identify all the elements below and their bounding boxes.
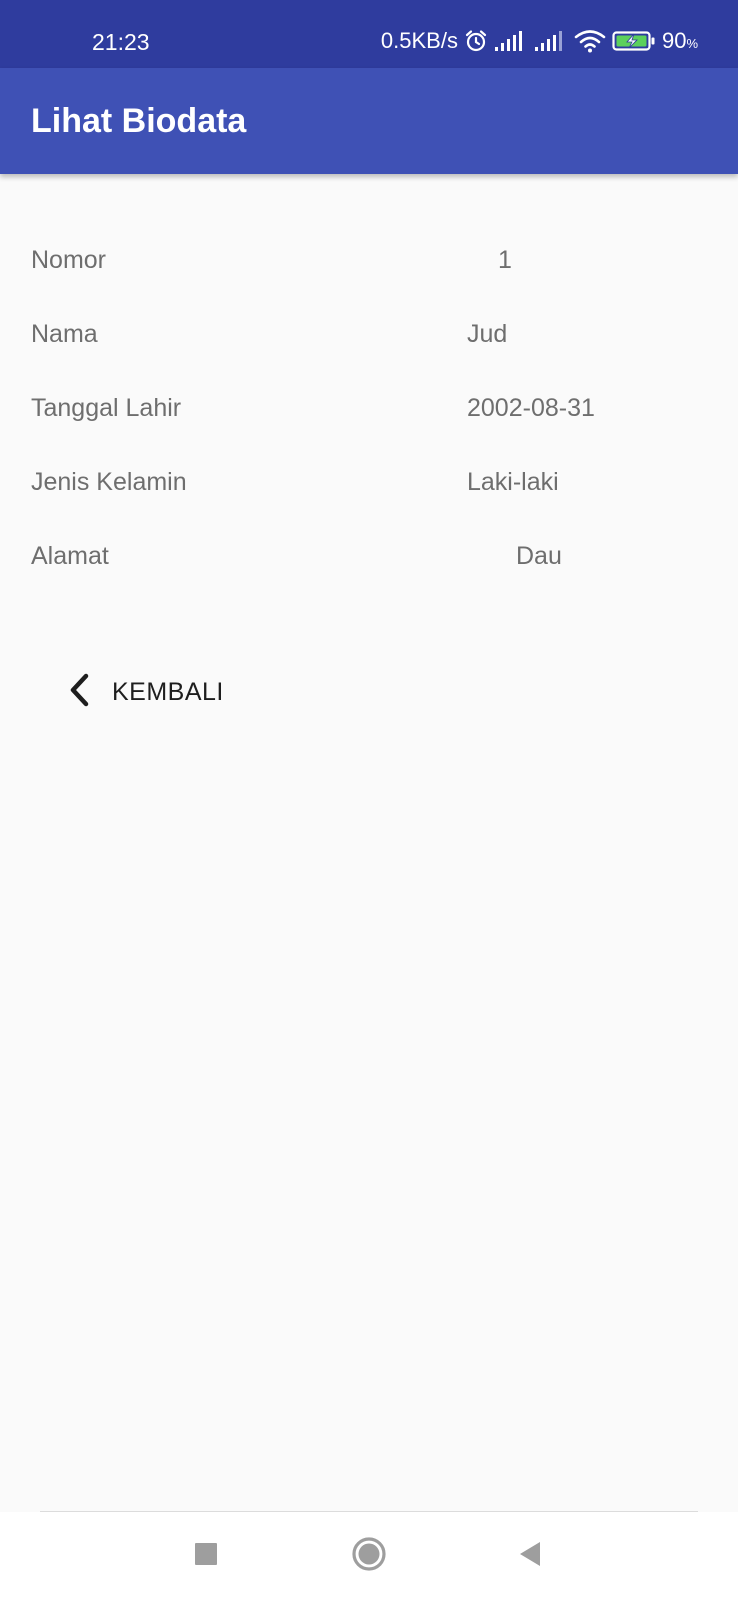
biodata-row-nomor: Nomor 1 — [0, 240, 738, 280]
system-nav-bar — [0, 1512, 738, 1600]
battery-charging-icon — [612, 30, 656, 52]
signal-icon — [534, 30, 568, 52]
back-icon — [518, 1540, 542, 1573]
biodata-row-alamat: Alamat Dau — [0, 536, 738, 576]
biodata-row-nama: Nama Jud — [0, 314, 738, 354]
back-button-label: KEMBALI — [112, 677, 224, 706]
battery-level: 90% — [661, 28, 698, 53]
row-label: Alamat — [31, 542, 109, 570]
row-label: Nomor — [31, 246, 107, 274]
biodata-row-tanggal-lahir: Tanggal Lahir 2002-08-31 — [0, 388, 738, 428]
wifi-icon — [574, 29, 606, 53]
system-back-button[interactable] — [502, 1530, 558, 1582]
page-title: Lihat Biodata — [31, 102, 247, 140]
row-label: Jenis Kelamin — [31, 468, 187, 496]
row-value: Jud — [467, 320, 508, 348]
status-time: 21:23 — [92, 29, 150, 55]
chevron-left-icon — [66, 673, 94, 712]
row-label: Tanggal Lahir — [31, 394, 182, 422]
network-speed: 0.5KB/s — [380, 28, 458, 53]
home-icon — [351, 1536, 387, 1577]
recents-button[interactable] — [178, 1530, 234, 1582]
back-button[interactable]: KEMBALI — [66, 664, 236, 720]
alarm-icon — [464, 29, 488, 53]
status-bar: 21:23 0.5KB/s 90% — [0, 0, 738, 68]
signal-icon — [494, 30, 528, 52]
app-bar: Lihat Biodata — [0, 68, 738, 174]
row-label: Nama — [31, 320, 98, 348]
biodata-row-jenis-kelamin: Jenis Kelamin Laki-laki — [0, 462, 738, 502]
status-icons: 0.5KB/s 90% — [381, 26, 698, 56]
recents-icon — [194, 1542, 218, 1571]
row-value: Dau — [516, 542, 562, 570]
home-button[interactable] — [341, 1530, 397, 1582]
row-value: 2002-08-31 — [467, 394, 595, 422]
row-value: 1 — [498, 246, 512, 274]
row-value: Laki-laki — [467, 468, 559, 496]
